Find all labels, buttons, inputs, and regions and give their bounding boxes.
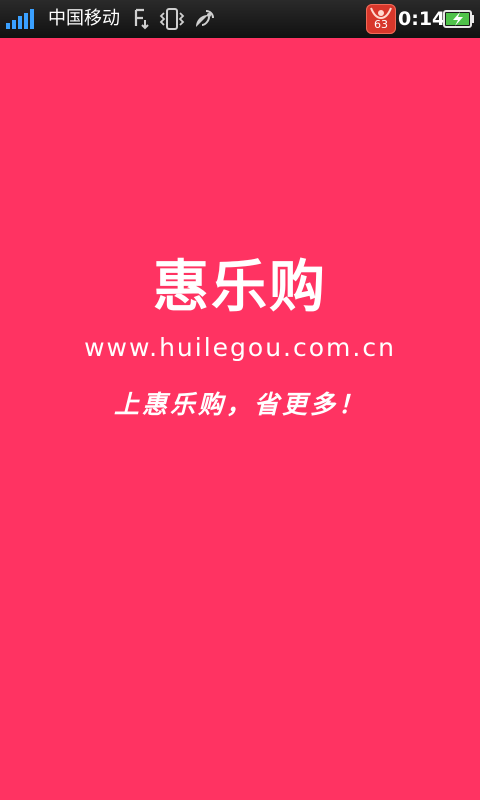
status-time: 0:14 xyxy=(398,8,446,30)
splash-screen: 惠乐购 www.huilegou.com.cn 上惠乐购，省更多！ xyxy=(0,38,480,800)
battery-charging-icon xyxy=(443,10,474,28)
usb-transfer-icon xyxy=(134,8,149,30)
app-notification-icon: 63 xyxy=(366,4,396,34)
carrier-name: 中国移动 xyxy=(48,8,120,29)
brand-url: www.huilegou.com.cn xyxy=(84,333,396,362)
status-bar: 中国移动 63 0:14 xyxy=(0,0,480,38)
signal-strength-icon xyxy=(6,9,34,29)
gps-satellite-icon xyxy=(196,10,214,27)
vibrate-icon xyxy=(159,8,185,30)
brand-title: 惠乐购 xyxy=(153,255,327,320)
notification-count: 63 xyxy=(374,18,388,31)
brand-slogan: 上惠乐购，省更多！ xyxy=(113,390,366,419)
